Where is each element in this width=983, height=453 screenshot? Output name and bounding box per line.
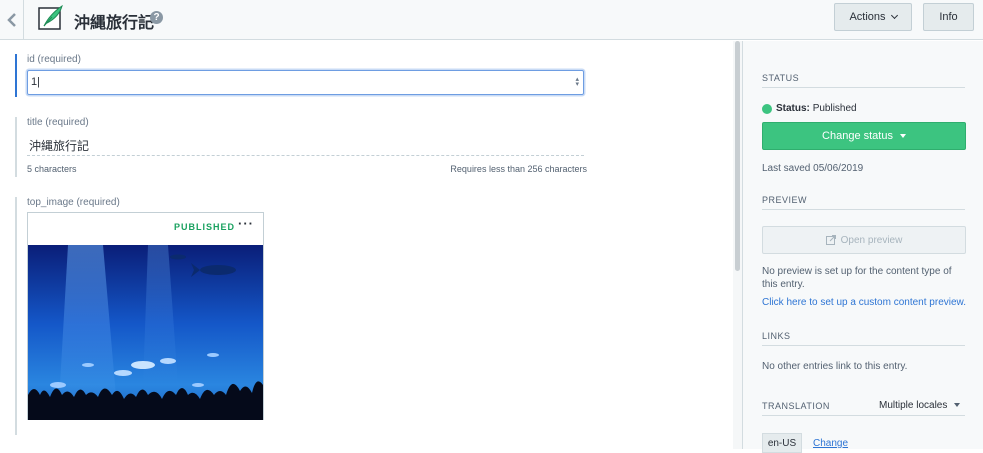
- feather-icon: [38, 5, 63, 30]
- title-field: title (required) 沖縄旅行記 5 characters Requ…: [15, 117, 587, 177]
- no-preview-text: No preview is set up for the content typ…: [762, 266, 952, 290]
- entry-editor: id (required) 1| ▴ ▾ title (required) 沖縄旅…: [0, 41, 730, 449]
- caret-down-icon: [954, 403, 961, 408]
- id-field: id (required) 1| ▴ ▾: [15, 54, 587, 97]
- change-status-button[interactable]: Change status: [762, 122, 966, 150]
- title-underline: [27, 155, 584, 156]
- id-value: 1|: [31, 76, 40, 88]
- preview-heading: PREVIEW: [762, 195, 965, 210]
- entry-title: 沖縄旅行記: [74, 15, 155, 32]
- more-icon[interactable]: ···: [238, 216, 254, 231]
- stepper-icon[interactable]: ▴ ▾: [575, 76, 579, 88]
- actions-label: Actions: [849, 11, 886, 23]
- locale-tag: en-US: [762, 433, 802, 453]
- chevron-left-icon: [6, 13, 16, 27]
- setup-preview-link[interactable]: Click here to set up a custom content pr…: [762, 297, 966, 308]
- links-heading: LINKS: [762, 331, 965, 346]
- open-preview-button: Open preview: [762, 226, 966, 254]
- status-text: Status: Published: [776, 103, 857, 114]
- asset-card[interactable]: PUBLISHED ···: [27, 212, 264, 420]
- char-limit: Requires less than 256 characters: [450, 164, 587, 174]
- status-dot-icon: [762, 104, 772, 114]
- change-locale-link[interactable]: Change: [813, 438, 848, 449]
- info-button[interactable]: Info: [923, 3, 974, 31]
- no-links-text: No other entries link to this entry.: [762, 361, 908, 372]
- locales-label: Multiple locales: [879, 400, 948, 411]
- top-bar: 沖縄旅行記 ? Actions Info: [0, 0, 983, 40]
- open-preview-label: Open preview: [840, 234, 903, 246]
- status-label: Status:: [776, 103, 810, 114]
- change-status-label: Change status: [822, 130, 893, 142]
- status-value: Published: [812, 103, 857, 114]
- external-link-icon: [825, 235, 836, 245]
- editor-scrollbar[interactable]: [733, 41, 742, 449]
- chevron-down-icon: [890, 11, 898, 20]
- caret-down-icon: [899, 134, 906, 138]
- locales-dropdown[interactable]: Multiple locales: [879, 400, 961, 411]
- question-icon[interactable]: ?: [150, 11, 163, 24]
- aquarium-image: [28, 245, 263, 420]
- title-label: title (required): [27, 117, 89, 128]
- back-button[interactable]: [0, 0, 24, 40]
- id-label: id (required): [27, 54, 81, 65]
- title-input[interactable]: 沖縄旅行記: [29, 137, 89, 154]
- last-saved: Last saved 05/06/2019: [762, 163, 864, 174]
- status-heading: STATUS: [762, 73, 965, 88]
- top-image-label: top_image (required): [27, 197, 120, 208]
- actions-button[interactable]: Actions: [834, 3, 912, 31]
- char-count: 5 characters: [27, 164, 77, 174]
- entry-sidebar: STATUS Status: Published Change status L…: [742, 41, 983, 453]
- scrollbar-thumb[interactable]: [735, 41, 740, 271]
- id-input[interactable]: 1| ▴ ▾: [27, 70, 584, 95]
- top-image-field: top_image (required) PUBLISHED ···: [15, 197, 315, 435]
- asset-status-badge: PUBLISHED: [174, 222, 236, 232]
